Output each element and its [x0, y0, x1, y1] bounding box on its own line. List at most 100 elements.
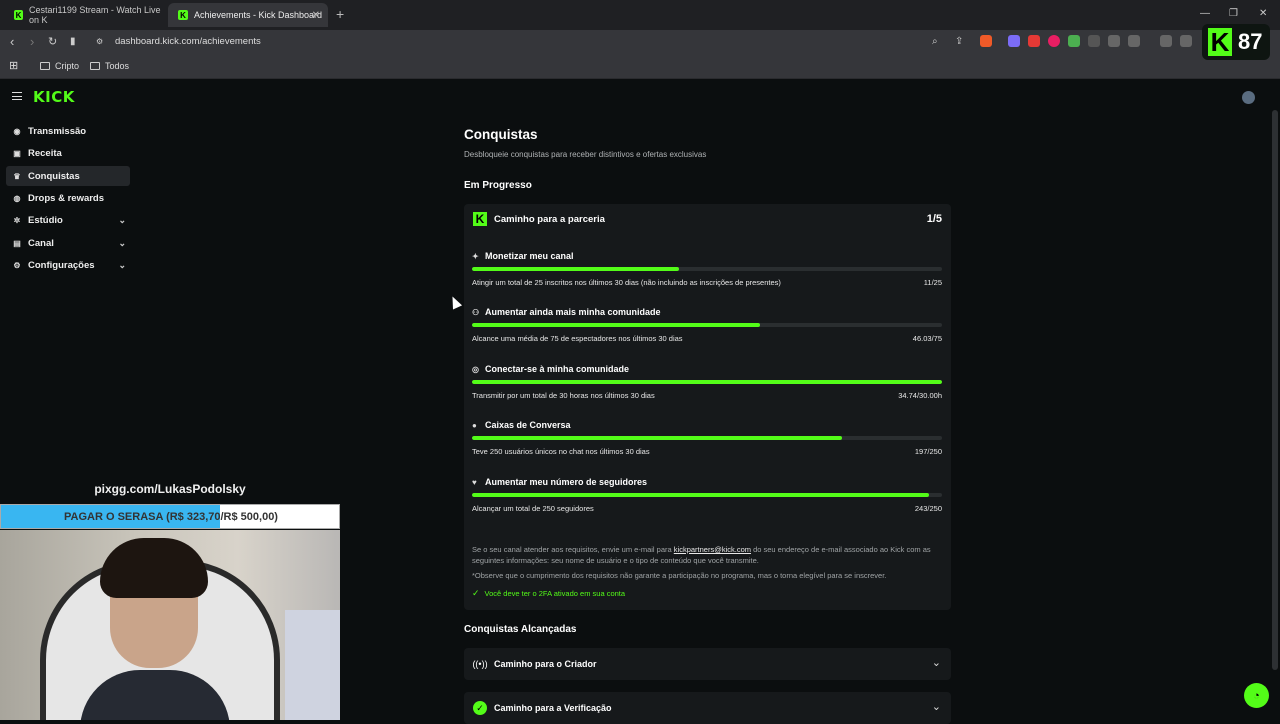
- partnership-disclaimer: *Observe que o cumprimento dos requisito…: [472, 571, 887, 580]
- badge-number: 87: [1238, 29, 1263, 54]
- avatar[interactable]: [1242, 91, 1255, 104]
- bookmark-icon[interactable]: ▮: [70, 36, 76, 47]
- extension-icon[interactable]: [1048, 35, 1060, 47]
- zoom-icon[interactable]: ⌕: [932, 36, 938, 47]
- extension-icon[interactable]: [1088, 35, 1100, 47]
- browser-tab-bar: K Cestari1199 Stream - Watch Live on K K…: [0, 0, 1280, 30]
- page-subtitle: Desbloqueie conquistas para receber dist…: [464, 150, 707, 159]
- streamer-hair: [100, 538, 208, 598]
- extension-icon[interactable]: [1068, 35, 1080, 47]
- broadcast-icon: ◉: [13, 126, 21, 136]
- progress-fill: [472, 436, 843, 440]
- apps-icon[interactable]: ⊞: [9, 59, 18, 72]
- progress-track: [472, 436, 942, 440]
- check-icon: ✓: [472, 588, 480, 598]
- back-icon[interactable]: ‹: [10, 34, 14, 49]
- donation-goal-bar: PAGAR O SERASA (R$ 323,70/R$ 500,00): [0, 504, 340, 529]
- requirement-title: Aumentar meu número de seguidores: [485, 477, 648, 487]
- chevron-down-icon: ⌄: [118, 259, 126, 270]
- share-icon[interactable]: ⇪: [955, 36, 963, 47]
- forward-icon[interactable]: ›: [30, 34, 34, 49]
- section-heading-achieved: Conquistas Alcançadas: [464, 624, 577, 635]
- brave-shield-icon[interactable]: [980, 35, 992, 47]
- progress-track: [472, 493, 942, 497]
- media-icon[interactable]: [1160, 35, 1172, 47]
- requirement-item: ♥ Aumentar meu número de seguidores Alcan…: [472, 477, 942, 527]
- requirement-item: ⚇ Aumentar ainda mais minha comunidade Al…: [472, 307, 942, 357]
- requirement-item: ◎ Conectar-se à minha comunidade Transmit…: [472, 364, 942, 414]
- sidebar-item-drops[interactable]: ◍ Drops & rewards: [6, 188, 130, 208]
- tab-dashboard[interactable]: K Achievements - Kick Dashboard ✕: [168, 3, 328, 27]
- close-tab-icon[interactable]: ✕: [312, 10, 320, 21]
- bookmark-folder-cripto[interactable]: Cripto: [40, 61, 79, 71]
- requirement-value: 197/250: [914, 447, 942, 456]
- requirement-title: Aumentar ainda mais minha comunidade: [485, 307, 661, 317]
- minimize-button[interactable]: —: [1200, 8, 1210, 19]
- progress-track: [472, 323, 942, 327]
- webcam-feed: [0, 530, 340, 720]
- support-chat-button[interactable]: ◔: [1244, 683, 1269, 708]
- requirement-value: 11/25: [923, 278, 942, 287]
- kick-logo[interactable]: KICK: [33, 88, 75, 106]
- reload-icon[interactable]: ↻: [48, 35, 57, 48]
- extension-icon[interactable]: [1028, 35, 1040, 47]
- requirement-desc: Alcançar um total de 250 seguidores: [472, 504, 594, 513]
- sidebar-icon[interactable]: [1180, 35, 1192, 47]
- extension-icon[interactable]: [1128, 35, 1140, 47]
- progress-fill: [472, 493, 929, 497]
- requirement-title: Caixas de Conversa: [485, 420, 571, 430]
- channel-icon: ▤: [13, 238, 21, 248]
- tab-title: Cestari1199 Stream - Watch Live on K: [28, 5, 161, 25]
- requirement-desc: Transmitir por um total de 30 horas nos …: [472, 391, 655, 400]
- bookmark-folder-todos[interactable]: Todos: [90, 61, 129, 71]
- chat-icon: ●: [472, 420, 477, 430]
- card-title: Caminho para a parceria: [494, 214, 605, 225]
- gift-icon: ◍: [13, 193, 21, 203]
- requirement-title: Conectar-se à minha comunidade: [485, 364, 630, 374]
- chevron-down-icon[interactable]: ⌄: [932, 700, 941, 713]
- chevron-down-icon: ⌄: [118, 214, 126, 225]
- background-bed: [285, 610, 340, 720]
- requirement-title: Monetizar meu canal: [485, 251, 574, 261]
- broadcast-icon: ((•)): [472, 659, 488, 669]
- requirement-value: 243/250: [914, 504, 942, 513]
- scrollbar[interactable]: [1272, 110, 1278, 670]
- requirement-value: 34.74/30.00h: [898, 391, 942, 400]
- sparkle-icon: ✦: [472, 251, 479, 261]
- puzzle-icon[interactable]: [1108, 35, 1120, 47]
- restore-button[interactable]: ❐: [1229, 8, 1238, 19]
- achievement-verification[interactable]: ✓ Caminho para a Verificação ⌄: [464, 692, 951, 724]
- tab-stream[interactable]: K Cestari1199 Stream - Watch Live on K: [4, 3, 166, 27]
- chat-icon: ◔: [1253, 689, 1260, 702]
- partnership-card: K Caminho para a parceria 1/5 ✦ Monetizar…: [464, 204, 951, 610]
- email-link[interactable]: kickpartners@kick.com: [674, 545, 751, 554]
- sidebar-item-estudio[interactable]: ✲ Estúdio ⌄: [6, 210, 130, 230]
- requirement-desc: Atingir um total de 25 inscritos nos últ…: [472, 278, 781, 287]
- progress-fill: [472, 380, 942, 384]
- folder-icon: [40, 62, 50, 70]
- heart-icon: ♥: [472, 477, 477, 487]
- progress-track: [472, 380, 942, 384]
- donation-goal-text: PAGAR O SERASA (R$ 323,70/R$ 500,00): [64, 511, 278, 523]
- section-heading-in-progress: Em Progresso: [464, 180, 532, 191]
- close-window-button[interactable]: ✕: [1259, 8, 1267, 19]
- achievement-creator[interactable]: ((•)) Caminho para o Criador ⌄: [464, 648, 951, 680]
- bookmarks-bar: ⊞ Cripto Todos: [0, 54, 1280, 79]
- sidebar-item-configuracoes[interactable]: ⚙ Configurações ⌄: [6, 255, 130, 275]
- address-bar-row: ‹ › ↻ ▮ ⚙ dashboard.kick.com/achievement…: [0, 30, 1280, 54]
- sidebar-item-transmissao[interactable]: ◉ Transmissão: [6, 121, 130, 141]
- sidebar-item-conquistas[interactable]: ♛ Conquistas: [6, 166, 130, 186]
- trophy-icon: ♛: [13, 171, 21, 181]
- new-tab-button[interactable]: +: [336, 6, 344, 22]
- chevron-down-icon[interactable]: ⌄: [932, 656, 941, 669]
- site-info-icon[interactable]: ⚙: [96, 37, 103, 46]
- kick-favicon-icon: K: [14, 10, 23, 20]
- sidebar-item-canal[interactable]: ▤ Canal ⌄: [6, 233, 130, 253]
- url-input[interactable]: dashboard.kick.com/achievements: [115, 36, 261, 47]
- menu-icon[interactable]: [12, 92, 22, 100]
- extension-icon[interactable]: [1008, 35, 1020, 47]
- chevron-down-icon: ⌄: [118, 237, 126, 248]
- page-title: Conquistas: [464, 127, 538, 142]
- sidebar-item-receita[interactable]: ▣ Receita: [6, 143, 130, 163]
- mouse-cursor: [447, 294, 463, 310]
